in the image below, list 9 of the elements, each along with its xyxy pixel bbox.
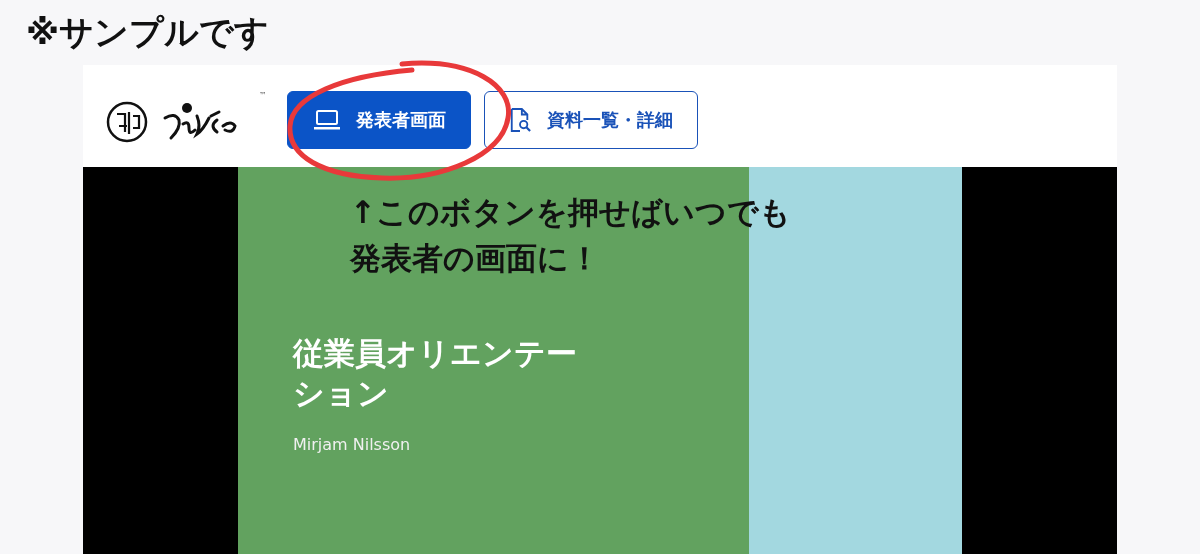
header-tab[interactable]: 発表者画面: [287, 91, 471, 149]
sample-note: ※サンプルです: [25, 11, 270, 52]
document-search-icon: [509, 107, 531, 133]
header-tab[interactable]: 資料一覧・詳細: [484, 91, 698, 149]
trademark-symbol: ™: [259, 91, 267, 100]
laptop-icon: [314, 109, 340, 131]
annotation-text: 発表者の画面に！: [350, 239, 601, 278]
slide-title: 従業員オリエンテーション: [293, 334, 578, 413]
slide-author: Mirjam Nilsson: [293, 435, 411, 454]
